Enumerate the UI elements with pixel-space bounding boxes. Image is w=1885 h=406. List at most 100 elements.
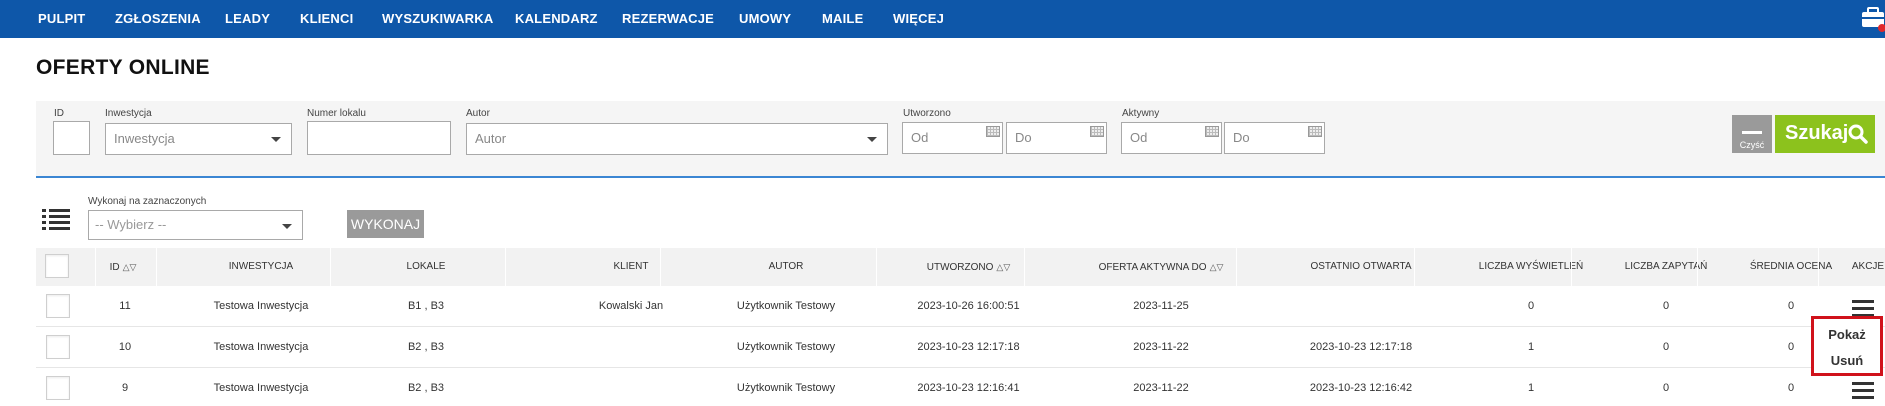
- filter-utworzono-from[interactable]: Od: [902, 122, 1003, 154]
- column-divider: [156, 248, 157, 286]
- column-divider: [1571, 248, 1572, 286]
- cell-inwestycja: Testowa Inwestycja: [213, 382, 309, 394]
- filter-numer-lokalu-input[interactable]: [307, 121, 451, 155]
- column-divider: [876, 248, 877, 286]
- cell-aktywna-do: 2023-11-22: [1133, 382, 1189, 394]
- cell-utworzono: 2023-10-26 16:00:51: [917, 300, 1020, 312]
- sort-icon[interactable]: △▽: [996, 262, 1010, 272]
- row-actions-menu-icon[interactable]: [1852, 382, 1874, 399]
- nav-item-klienci[interactable]: KLIENCI: [300, 0, 353, 38]
- row-checkbox[interactable]: [46, 335, 70, 359]
- column-divider: [1697, 248, 1698, 286]
- calendar-icon[interactable]: [986, 126, 1000, 137]
- filter-aktywny-from[interactable]: Od: [1121, 122, 1222, 154]
- briefcase-notification-icon[interactable]: [1859, 4, 1885, 32]
- filter-aktywny-to-placeholder: Do: [1233, 130, 1250, 145]
- cell-wyswietlenia: 0: [1527, 300, 1535, 312]
- column-header-liczba-wyswietlen: LICZBA WYŚWIETLEŃ: [1478, 261, 1584, 272]
- cell-klient: Kowalski Jan: [598, 300, 664, 312]
- nav-item-wiecej[interactable]: WIĘCEJ: [893, 0, 944, 38]
- sort-icon[interactable]: △▽: [123, 262, 137, 272]
- cell-klient: [566, 368, 696, 406]
- column-divider: [330, 248, 331, 286]
- filter-utworzono-to[interactable]: Do: [1006, 122, 1107, 154]
- run-bulk-action-button[interactable]: WYKONAJ: [347, 210, 424, 238]
- cell-zapytania: 0: [1662, 341, 1670, 353]
- bulk-action-label: Wykonaj na zaznaczonych: [88, 196, 207, 207]
- column-header-liczba-zapytan: LICZBA ZAPYTAŃ: [1624, 261, 1708, 272]
- chevron-down-icon: [271, 137, 281, 142]
- cell-zapytania: 0: [1662, 382, 1670, 394]
- select-all-checkbox[interactable]: [45, 254, 69, 278]
- cell-lokale: B1 , B3: [407, 300, 445, 312]
- search-icon: [1848, 124, 1868, 144]
- row-checkbox[interactable]: [46, 376, 70, 400]
- filter-utworzono-label: Utworzono: [903, 108, 951, 119]
- table-header: ID △▽ INWESTYCJA LOKALE KLIENT AUTOR UTWO…: [36, 248, 1885, 286]
- column-divider: [95, 248, 96, 286]
- table-row: 11 Testowa Inwestycja B1 , B3 Kowalski J…: [36, 286, 1885, 327]
- filter-aktywny-label: Aktywny: [1122, 108, 1160, 119]
- menu-item-pokaz[interactable]: Pokaż: [1814, 327, 1880, 342]
- column-header-klient: KLIENT: [613, 261, 649, 272]
- filter-numer-lokalu-label: Numer lokalu: [307, 108, 366, 119]
- nav-item-zgloszenia[interactable]: ZGŁOSZENIA: [115, 0, 201, 38]
- cell-lokale: B2 , B3: [407, 341, 445, 353]
- cell-ostatnio-otwarta: 2023-10-23 12:16:42: [1309, 382, 1413, 394]
- nav-item-rezerwacje[interactable]: REZERWACJE: [622, 0, 714, 38]
- sort-icon[interactable]: △▽: [1210, 262, 1224, 272]
- cell-id: 10: [118, 341, 132, 353]
- column-header-utworzono[interactable]: UTWORZONO △▽: [876, 248, 1061, 286]
- filter-inwestycja-placeholder: Inwestycja: [114, 131, 175, 146]
- nav-item-umowy[interactable]: UMOWY: [739, 0, 791, 38]
- column-divider: [660, 248, 661, 286]
- column-header-id[interactable]: ID △▽: [96, 248, 150, 286]
- cell-zapytania: 0: [1662, 300, 1670, 312]
- cell-wyswietlenia: 1: [1527, 341, 1535, 353]
- cell-utworzono: 2023-10-23 12:17:18: [917, 341, 1020, 353]
- filter-id-label: ID: [54, 108, 64, 119]
- bulk-action-placeholder: -- Wybierz --: [95, 217, 167, 232]
- cell-inwestycja: Testowa Inwestycja: [213, 341, 309, 353]
- cell-aktywna-do: 2023-11-25: [1133, 300, 1189, 312]
- clear-filters-label: Czyść: [1739, 140, 1765, 150]
- filter-autor-select[interactable]: Autor: [466, 123, 888, 155]
- section-divider: [36, 176, 1885, 178]
- filter-autor-placeholder: Autor: [475, 131, 507, 146]
- column-divider: [1414, 248, 1415, 286]
- nav-item-leady[interactable]: LEADY: [225, 0, 270, 38]
- cell-utworzono: 2023-10-23 12:16:41: [917, 382, 1020, 394]
- table-row: 9 Testowa Inwestycja B2 , B3 Użytkownik …: [36, 368, 1885, 406]
- filter-autor-label: Autor: [466, 108, 490, 119]
- cell-ostatnio-otwarta: [1261, 286, 1461, 326]
- menu-item-usun[interactable]: Usuń: [1814, 353, 1880, 368]
- search-button-label: Szukaj: [1785, 122, 1849, 144]
- nav-item-pulpit[interactable]: PULPIT: [38, 0, 85, 38]
- list-view-icon[interactable]: [42, 208, 70, 232]
- filter-aktywny-to[interactable]: Do: [1224, 122, 1325, 154]
- cell-autor: Użytkownik Testowy: [736, 300, 836, 312]
- calendar-icon[interactable]: [1090, 126, 1104, 137]
- cell-aktywna-do: 2023-11-22: [1133, 341, 1189, 353]
- filter-id-input[interactable]: [53, 121, 90, 155]
- calendar-icon[interactable]: [1308, 126, 1322, 137]
- column-header-ostatnio-otwarta: OSTATNIO OTWARTA: [1310, 261, 1412, 272]
- row-checkbox[interactable]: [46, 294, 70, 318]
- clear-filters-button[interactable]: Czyść: [1732, 115, 1772, 153]
- column-header-oferta-aktywna-do[interactable]: OFERTA AKTYWNA DO △▽: [1061, 248, 1261, 286]
- minus-icon: [1742, 131, 1762, 134]
- column-header-lokale: LOKALE: [406, 261, 446, 272]
- column-header-akcje: AKCJE: [1851, 261, 1885, 272]
- calendar-icon[interactable]: [1205, 126, 1219, 137]
- nav-item-wyszukiwarka[interactable]: WYSZUKIWARKA: [382, 0, 493, 38]
- nav-item-maile[interactable]: MAILE: [822, 0, 863, 38]
- filter-utworzono-from-placeholder: Od: [911, 130, 929, 145]
- nav-item-kalendarz[interactable]: KALENDARZ: [515, 0, 598, 38]
- filter-inwestycja-select[interactable]: Inwestycja: [105, 123, 292, 155]
- search-button[interactable]: Szukaj: [1775, 115, 1875, 153]
- bulk-action-select[interactable]: -- Wybierz --: [88, 210, 303, 240]
- column-header-autor: AUTOR: [768, 261, 804, 272]
- column-divider: [505, 248, 506, 286]
- row-actions-menu-icon[interactable]: [1852, 300, 1874, 317]
- cell-id: 9: [121, 382, 129, 394]
